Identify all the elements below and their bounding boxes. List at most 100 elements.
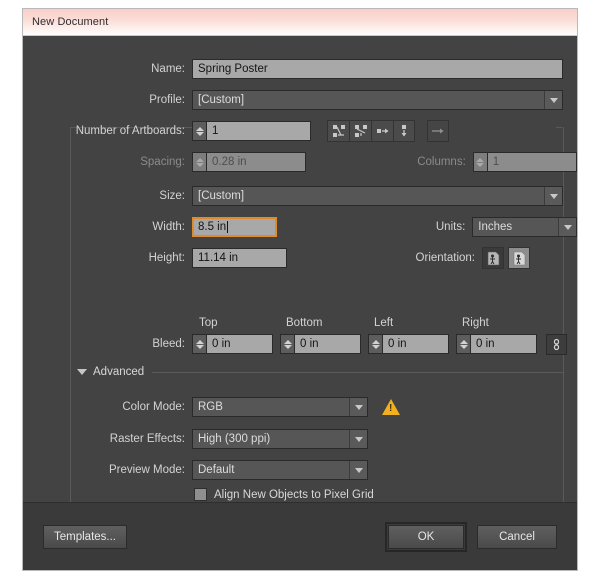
spacing-label: Spacing:: [140, 156, 185, 168]
artboards-input[interactable]: 1: [206, 121, 311, 141]
chevron-down-icon[interactable]: [544, 91, 562, 109]
advanced-label: Advanced: [93, 366, 145, 378]
bleed-right-input[interactable]: 0 in: [470, 334, 537, 354]
size-value: [Custom]: [198, 190, 245, 202]
triangle-down-icon[interactable]: [77, 369, 87, 375]
bleed-bottom-input[interactable]: 0 in: [294, 334, 361, 354]
bleed-link-icon[interactable]: [546, 333, 567, 355]
templates-button[interactable]: Templates...: [43, 524, 127, 549]
bleed-right-stepper[interactable]: 0 in: [456, 334, 537, 354]
color-mode-dropdown[interactable]: RGB: [192, 397, 368, 417]
units-label: Units:: [435, 221, 466, 233]
dialog-titlebar: New Document: [23, 9, 577, 36]
spacing-input: 0.28 in: [206, 152, 306, 172]
columns-input: 1: [486, 152, 577, 172]
advanced-divider: [152, 371, 564, 373]
size-row: Size: [Custom]: [23, 185, 577, 207]
height-input[interactable]: 11.14 in: [192, 248, 287, 268]
orientation-buttons: [482, 247, 530, 269]
chevron-down-icon[interactable]: [349, 461, 367, 479]
chevron-down-icon[interactable]: [558, 218, 576, 236]
name-input-value: Spring Poster: [198, 63, 268, 75]
name-input[interactable]: Spring Poster: [192, 59, 563, 79]
artboard-arrange-row-icon[interactable]: [371, 120, 393, 142]
bleed-bottom-header: Bottom: [286, 317, 323, 329]
columns-stepper-arrows: [472, 152, 487, 172]
columns-stepper: 1: [472, 152, 577, 172]
new-document-dialog: New Document Name: Spring Poster Profile…: [22, 8, 578, 571]
artboards-row: Number of Artboards: 1: [23, 120, 577, 142]
text-caret: [227, 221, 229, 233]
bleed-bottom-value: 0 in: [300, 338, 319, 350]
preview-mode-label: Preview Mode:: [108, 464, 185, 476]
bleed-left-value: 0 in: [388, 338, 407, 350]
bleed-top-stepper[interactable]: 0 in: [192, 334, 273, 354]
artboard-arrange-column-icon[interactable]: [393, 120, 415, 142]
orientation-portrait-icon[interactable]: [482, 247, 504, 269]
height-label: Height:: [148, 252, 185, 264]
artboards-stepper[interactable]: 1: [192, 121, 311, 141]
width-label: Width:: [152, 221, 185, 233]
bleed-left-header: Left: [374, 317, 394, 329]
spacing-value: 0.28 in: [212, 156, 247, 168]
artboard-grid-by-column-icon[interactable]: [349, 120, 371, 142]
ok-button-label: OK: [417, 530, 435, 543]
cancel-button-label: Cancel: [499, 530, 535, 543]
name-label: Name:: [151, 63, 185, 75]
artboards-value: 1: [212, 125, 219, 137]
units-dropdown[interactable]: Inches: [472, 217, 577, 237]
bleed-right-value: 0 in: [476, 338, 495, 350]
profile-row: Profile: [Custom]: [23, 89, 577, 111]
bleed-bottom-stepper[interactable]: 0 in: [280, 334, 361, 354]
columns-label: Columns:: [417, 156, 466, 168]
bleed-left-stepper-arrows[interactable]: [368, 334, 382, 354]
profile-dropdown[interactable]: [Custom]: [192, 90, 563, 110]
orientation-landscape-icon[interactable]: [508, 247, 530, 269]
preview-mode-value: Default: [198, 464, 235, 476]
color-mode-row: Color Mode: RGB: [23, 396, 577, 418]
ok-button-focus-ring: OK: [385, 521, 467, 552]
dialog-body: Name: Spring Poster Profile: [Custom] Nu…: [23, 36, 577, 505]
bleed-top-input[interactable]: 0 in: [206, 334, 273, 354]
dialog-title: New Document: [32, 16, 109, 28]
bleed-bottom-stepper-arrows[interactable]: [280, 334, 294, 354]
cancel-button[interactable]: Cancel: [477, 524, 557, 549]
columns-value: 1: [492, 156, 500, 168]
artboard-flow-direction-icon[interactable]: [427, 120, 449, 142]
align-pixel-grid-checkbox[interactable]: [194, 488, 207, 501]
width-units-row: Width: 8.5 in Units: Inches: [23, 216, 577, 238]
chevron-down-icon[interactable]: [544, 187, 562, 205]
raster-effects-row: Raster Effects: High (300 ppi): [23, 428, 577, 450]
preview-mode-dropdown[interactable]: Default: [192, 460, 368, 480]
bleed-top-header: Top: [199, 317, 218, 329]
align-pixel-grid-label: Align New Objects to Pixel Grid: [214, 488, 374, 501]
align-pixel-grid-row[interactable]: Align New Objects to Pixel Grid: [194, 488, 374, 501]
dialog-footer: Templates... OK Cancel: [23, 502, 577, 570]
raster-effects-dropdown[interactable]: High (300 ppi): [192, 429, 368, 449]
chevron-down-icon[interactable]: [349, 398, 367, 416]
bleed-left-stepper[interactable]: 0 in: [368, 334, 449, 354]
bleed-top-stepper-arrows[interactable]: [192, 334, 206, 354]
color-mode-label: Color Mode:: [122, 401, 185, 413]
size-dropdown[interactable]: [Custom]: [192, 186, 563, 206]
ok-button[interactable]: OK: [388, 524, 464, 549]
artboard-grid-by-row-icon[interactable]: [327, 120, 349, 142]
advanced-section-header[interactable]: Advanced: [70, 366, 564, 378]
spacing-stepper-arrows: [192, 152, 206, 172]
width-input[interactable]: 8.5 in: [192, 217, 278, 237]
height-value: 11.14 in: [198, 252, 239, 264]
footer-action-buttons: OK Cancel: [385, 521, 557, 552]
bleed-top-value: 0 in: [212, 338, 231, 350]
bleed-right-header: Right: [462, 317, 489, 329]
bleed-left-input[interactable]: 0 in: [382, 334, 449, 354]
spacing-stepper: 0.28 in: [192, 152, 306, 172]
bleed-row: Bleed: 0 in 0 in 0 in 0 in: [23, 333, 577, 355]
warning-icon: [382, 399, 400, 415]
artboards-stepper-arrows[interactable]: [192, 121, 206, 141]
chevron-down-icon[interactable]: [349, 430, 367, 448]
preview-mode-row: Preview Mode: Default: [23, 459, 577, 481]
name-row: Name: Spring Poster: [23, 58, 577, 80]
units-value: Inches: [478, 221, 513, 233]
bleed-right-stepper-arrows[interactable]: [456, 334, 470, 354]
orientation-label: Orientation:: [415, 252, 475, 264]
